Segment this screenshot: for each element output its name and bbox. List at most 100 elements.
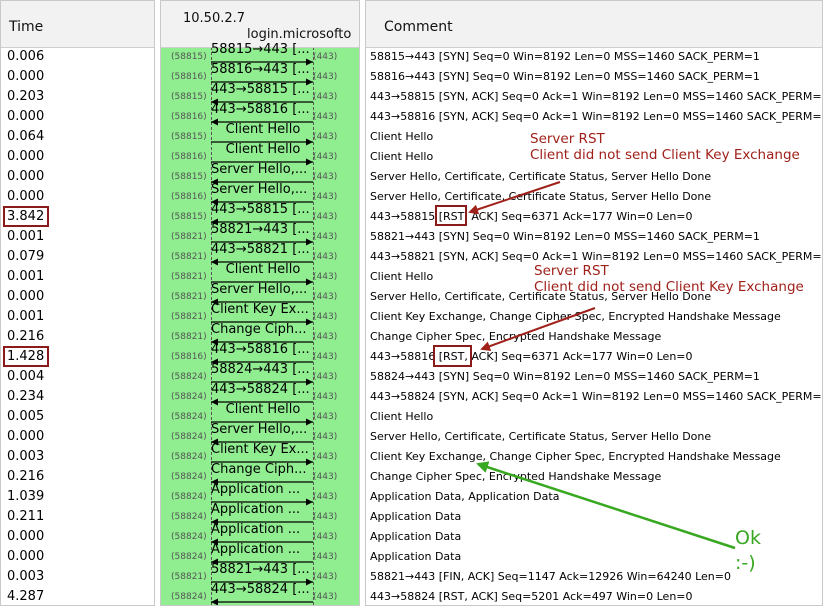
time-value: 0.000 <box>7 109 45 124</box>
comment-text: Client Hello <box>370 130 434 143</box>
comment-text: 58821→443 [SYN] Seq=0 Win=8192 Len=0 MSS… <box>370 230 760 243</box>
table-row[interactable]: 1.039 <box>1 487 154 507</box>
comment-row[interactable]: Server Hello, Certificate, Certificate S… <box>366 427 822 447</box>
port-b-label: (443) <box>313 472 338 482</box>
table-row[interactable]: 0.004 <box>1 367 154 387</box>
flow-row[interactable]: (58824) 443→58824 [... (443) <box>161 582 359 605</box>
port-b-label: (443) <box>313 492 338 502</box>
table-row[interactable]: 0.003 <box>1 447 154 467</box>
port-a-label: (58824) <box>171 392 207 402</box>
time-value: 0.216 <box>7 329 45 344</box>
table-row[interactable]: 0.203 <box>1 87 154 107</box>
table-row[interactable]: 0.000 <box>1 187 154 207</box>
comment-row[interactable]: 443→58824 [SYN, ACK] Seq=0 Ack=1 Win=819… <box>366 387 822 407</box>
comment-text: 58815→443 [SYN] Seq=0 Win=8192 Len=0 MSS… <box>370 50 760 63</box>
table-row[interactable]: 0.064 <box>1 127 154 147</box>
comment-row[interactable]: Client Hello <box>366 407 822 427</box>
annotation-rst2-note: Client did not send Client Key Exchange <box>534 279 804 295</box>
host-a-address: 10.50.2.7 <box>183 11 246 26</box>
time-column-header[interactable]: Time <box>1 1 154 48</box>
flow-label: Application ... <box>211 482 301 497</box>
time-value: 0.000 <box>7 289 45 304</box>
table-row[interactable]: 0.003 <box>1 567 154 587</box>
port-a-label: (58824) <box>171 432 207 442</box>
port-b-label: (443) <box>313 52 338 62</box>
comment-text: Client Key Exchange, Change Cipher Spec,… <box>370 310 781 323</box>
comment-row[interactable]: Client Key Exchange, Change Cipher Spec,… <box>366 447 822 467</box>
flow-label: 443→58815 [... <box>211 202 310 217</box>
comment-row[interactable]: 58821→443 [SYN] Seq=0 Win=8192 Len=0 MSS… <box>366 227 822 247</box>
table-row[interactable]: 0.000 <box>1 287 154 307</box>
port-a-label: (58824) <box>171 472 207 482</box>
port-b-label: (443) <box>313 232 338 242</box>
comment-row[interactable]: 443→58824 [RST, ACK] Seq=5201 Ack=497 Wi… <box>366 587 822 605</box>
time-value: 1.039 <box>7 489 45 504</box>
time-value: 0.000 <box>7 529 45 544</box>
table-row[interactable]: 0.001 <box>1 267 154 287</box>
time-value: 0.004 <box>7 369 45 384</box>
port-b-label: (443) <box>313 132 338 142</box>
comment-text: Client Hello <box>370 410 434 423</box>
comment-row[interactable]: Change Cipher Spec, Encrypted Handshake … <box>366 467 822 487</box>
table-row[interactable]: 0.000 <box>1 167 154 187</box>
time-value: 0.000 <box>7 549 45 564</box>
flow-label: Server Hello,... <box>211 422 308 437</box>
highlight-box-time-3842 <box>3 206 49 227</box>
comment-text: 443→58815 [RST, ACK] Seq=6371 Ack=177 Wi… <box>370 210 693 223</box>
arrow-left-icon <box>211 598 313 605</box>
port-b-label: (443) <box>313 392 338 402</box>
comment-column-header[interactable]: Comment <box>366 1 822 48</box>
comment-row[interactable]: Change Cipher Spec, Encrypted Handshake … <box>366 327 822 347</box>
table-row[interactable]: 0.216 <box>1 327 154 347</box>
table-row[interactable]: 0.000 <box>1 147 154 167</box>
port-b-label: (443) <box>313 412 338 422</box>
table-row[interactable]: 0.216 <box>1 467 154 487</box>
port-b-label: (443) <box>313 292 338 302</box>
port-b-label: (443) <box>313 152 338 162</box>
table-row[interactable]: 0.001 <box>1 227 154 247</box>
flow-label: 443→58824 [... <box>211 582 310 597</box>
comment-row[interactable]: 443→58815 [SYN, ACK] Seq=0 Ack=1 Win=819… <box>366 87 822 107</box>
port-b-label: (443) <box>313 452 338 462</box>
comment-text: Application Data <box>370 510 462 523</box>
comment-row[interactable]: 58815→443 [SYN] Seq=0 Win=8192 Len=0 MSS… <box>366 47 822 67</box>
flow-label: Client Hello <box>225 402 301 417</box>
flow-label: Application ... <box>211 522 301 537</box>
comment-row[interactable]: Application Data, Application Data <box>366 487 822 507</box>
comment-row[interactable]: 443→58816 [SYN, ACK] Seq=0 Ack=1 Win=819… <box>366 107 822 127</box>
comment-row[interactable]: Client Key Exchange, Change Cipher Spec,… <box>366 307 822 327</box>
time-value: 0.005 <box>7 409 45 424</box>
table-row[interactable]: 0.006 <box>1 47 154 67</box>
table-row[interactable]: 0.000 <box>1 67 154 87</box>
port-b-label: (443) <box>313 72 338 82</box>
comment-row[interactable]: Server Hello, Certificate, Certificate S… <box>366 187 822 207</box>
comment-row[interactable]: 58816→443 [SYN] Seq=0 Win=8192 Len=0 MSS… <box>366 67 822 87</box>
highlight-box-time-1428 <box>3 346 49 367</box>
table-row[interactable]: 0.000 <box>1 527 154 547</box>
port-a-label: (58816) <box>171 152 207 162</box>
flow-label: Change Ciph... <box>211 462 307 477</box>
table-row[interactable]: 0.234 <box>1 387 154 407</box>
table-row[interactable]: 0.000 <box>1 547 154 567</box>
time-value: 0.203 <box>7 89 45 104</box>
table-row[interactable]: 0.005 <box>1 407 154 427</box>
table-row[interactable]: 4.287 <box>1 587 154 607</box>
table-row[interactable]: 0.079 <box>1 247 154 267</box>
port-b-label: (443) <box>313 552 338 562</box>
comment-text: 58816→443 [SYN] Seq=0 Win=8192 Len=0 MSS… <box>370 70 760 83</box>
port-b-label: (443) <box>313 192 338 202</box>
table-row[interactable]: 0.001 <box>1 307 154 327</box>
table-row[interactable]: 0.000 <box>1 427 154 447</box>
table-row[interactable]: 0.000 <box>1 107 154 127</box>
comment-row[interactable]: Server Hello, Certificate, Certificate S… <box>366 167 822 187</box>
port-a-label: (58816) <box>171 352 207 362</box>
port-a-label: (58824) <box>171 492 207 502</box>
port-b-label: (443) <box>313 512 338 522</box>
comment-row[interactable]: Application Data <box>366 507 822 527</box>
port-a-label: (58824) <box>171 592 207 602</box>
comment-row[interactable]: 58824→443 [SYN] Seq=0 Win=8192 Len=0 MSS… <box>366 367 822 387</box>
port-b-label: (443) <box>313 352 338 362</box>
time-value: 4.287 <box>7 589 45 604</box>
port-a-label: (58824) <box>171 512 207 522</box>
table-row[interactable]: 0.211 <box>1 507 154 527</box>
